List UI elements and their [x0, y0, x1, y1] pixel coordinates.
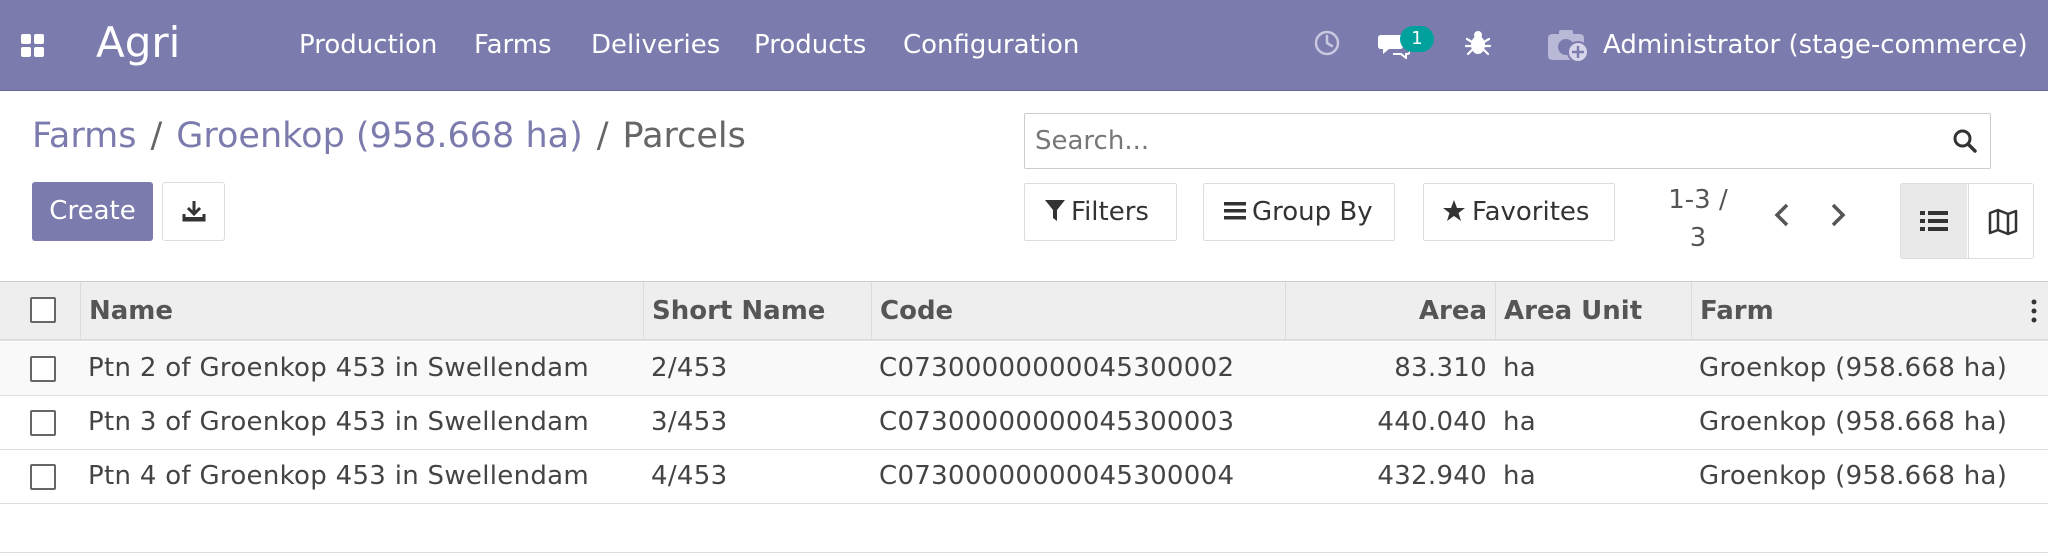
map-view-icon — [1988, 208, 2018, 236]
view-switcher — [1900, 183, 2034, 259]
pager-limit: 3 — [1689, 223, 1707, 253]
menu-products[interactable]: Products — [754, 30, 866, 60]
breadcrumb-farm-groenkop[interactable]: Groenkop (958.668 ha) — [176, 116, 582, 156]
row-checkbox[interactable] — [30, 464, 56, 490]
cell-code: C07300000000045300002 — [879, 353, 1235, 383]
cell-area: 432.940 — [1377, 461, 1487, 491]
app-brand[interactable]: Agri — [96, 18, 180, 67]
cell-farm: Groenkop (958.668 ha) — [1699, 353, 2008, 383]
optional-columns-icon[interactable] — [2030, 298, 2038, 328]
user-menu[interactable]: Administrator (stage-commerce) — [1603, 30, 2028, 60]
favorites-button[interactable]: Favorites — [1423, 183, 1615, 241]
map-view-button[interactable] — [1968, 184, 2034, 258]
cell-short-name: 4/453 — [651, 461, 728, 491]
cell-name: Ptn 2 of Groenkop 453 in Swellendam — [88, 353, 590, 383]
create-button[interactable]: Create — [32, 182, 153, 241]
bug-icon[interactable] — [1464, 29, 1492, 61]
chevron-right-icon — [1831, 203, 1846, 227]
search-bar — [1024, 113, 1991, 169]
chevron-left-icon — [1774, 203, 1789, 227]
cell-short-name: 3/453 — [651, 407, 728, 437]
column-header-short-name[interactable]: Short Name — [643, 282, 871, 340]
group-by-label: Group By — [1252, 197, 1373, 227]
column-header-area[interactable]: Area — [1285, 282, 1495, 340]
cell-farm: Groenkop (958.668 ha) — [1699, 461, 2008, 491]
download-button[interactable] — [162, 182, 225, 241]
table-header: Name Short Name Code Area Area Unit Farm — [0, 281, 2048, 341]
table-footer-divider — [0, 552, 2048, 553]
breadcrumb-separator: / — [150, 116, 163, 156]
bars-icon — [1224, 201, 1246, 219]
cell-area-unit: ha — [1503, 407, 1537, 437]
cell-area-unit: ha — [1503, 353, 1537, 383]
row-checkbox[interactable] — [30, 356, 56, 382]
breadcrumb-current: Parcels — [622, 116, 746, 156]
menu-production[interactable]: Production — [299, 30, 437, 60]
star-icon — [1443, 199, 1465, 221]
cell-area: 440.040 — [1377, 407, 1487, 437]
cell-name: Ptn 3 of Groenkop 453 in Swellendam — [88, 407, 590, 437]
cell-area-unit: ha — [1503, 461, 1537, 491]
cell-code: C07300000000045300004 — [879, 461, 1235, 491]
apps-menu-icon[interactable] — [21, 34, 45, 58]
column-header-area-unit[interactable]: Area Unit — [1495, 282, 1691, 340]
search-input[interactable] — [1035, 122, 1955, 160]
table-row[interactable]: Ptn 2 of Groenkop 453 in Swellendam 2/45… — [0, 342, 2048, 396]
pager-previous-button[interactable] — [1773, 202, 1791, 232]
cell-name: Ptn 4 of Groenkop 453 in Swellendam — [88, 461, 590, 491]
table-row[interactable]: Ptn 4 of Groenkop 453 in Swellendam 4/45… — [0, 450, 2048, 504]
list-view-button[interactable] — [1901, 184, 1967, 258]
column-header-name[interactable]: Name — [80, 282, 643, 340]
favorites-label: Favorites — [1472, 197, 1590, 227]
breadcrumb: Farms / Groenkop (958.668 ha) / Parcels — [32, 116, 746, 156]
breadcrumb-separator: / — [596, 116, 609, 156]
filters-button[interactable]: Filters — [1024, 183, 1177, 241]
column-header-farm[interactable]: Farm — [1691, 282, 2048, 340]
menu-deliveries[interactable]: Deliveries — [591, 30, 720, 60]
table-row[interactable]: Ptn 3 of Groenkop 453 in Swellendam 3/45… — [0, 396, 2048, 450]
pager-value[interactable]: 1-3 / 3 — [1658, 181, 1738, 257]
filter-icon — [1045, 199, 1065, 221]
breadcrumb-farms[interactable]: Farms — [32, 116, 136, 156]
group-by-button[interactable]: Group By — [1203, 183, 1395, 241]
menu-farms[interactable]: Farms — [474, 30, 552, 60]
pager-next-button[interactable] — [1829, 202, 1847, 232]
cell-short-name: 2/453 — [651, 353, 728, 383]
cell-area: 83.310 — [1394, 353, 1487, 383]
messages-count-badge: 1 — [1400, 26, 1434, 52]
cell-farm: Groenkop (958.668 ha) — [1699, 407, 2008, 437]
clock-icon[interactable] — [1313, 29, 1341, 61]
top-navbar: Agri Production Farms Deliveries Product… — [0, 0, 2048, 91]
pager-range[interactable]: 1-3 / — [1658, 181, 1738, 219]
column-header-code[interactable]: Code — [871, 282, 1285, 340]
row-checkbox[interactable] — [30, 410, 56, 436]
search-icon[interactable] — [1952, 128, 1978, 158]
cell-code: C07300000000045300003 — [879, 407, 1235, 437]
filters-label: Filters — [1071, 197, 1149, 227]
company-avatar-icon[interactable] — [1546, 27, 1590, 67]
menu-configuration[interactable]: Configuration — [903, 30, 1079, 60]
download-icon — [182, 201, 206, 222]
list-view-icon — [1920, 211, 1948, 231]
select-all-checkbox[interactable] — [30, 297, 56, 323]
